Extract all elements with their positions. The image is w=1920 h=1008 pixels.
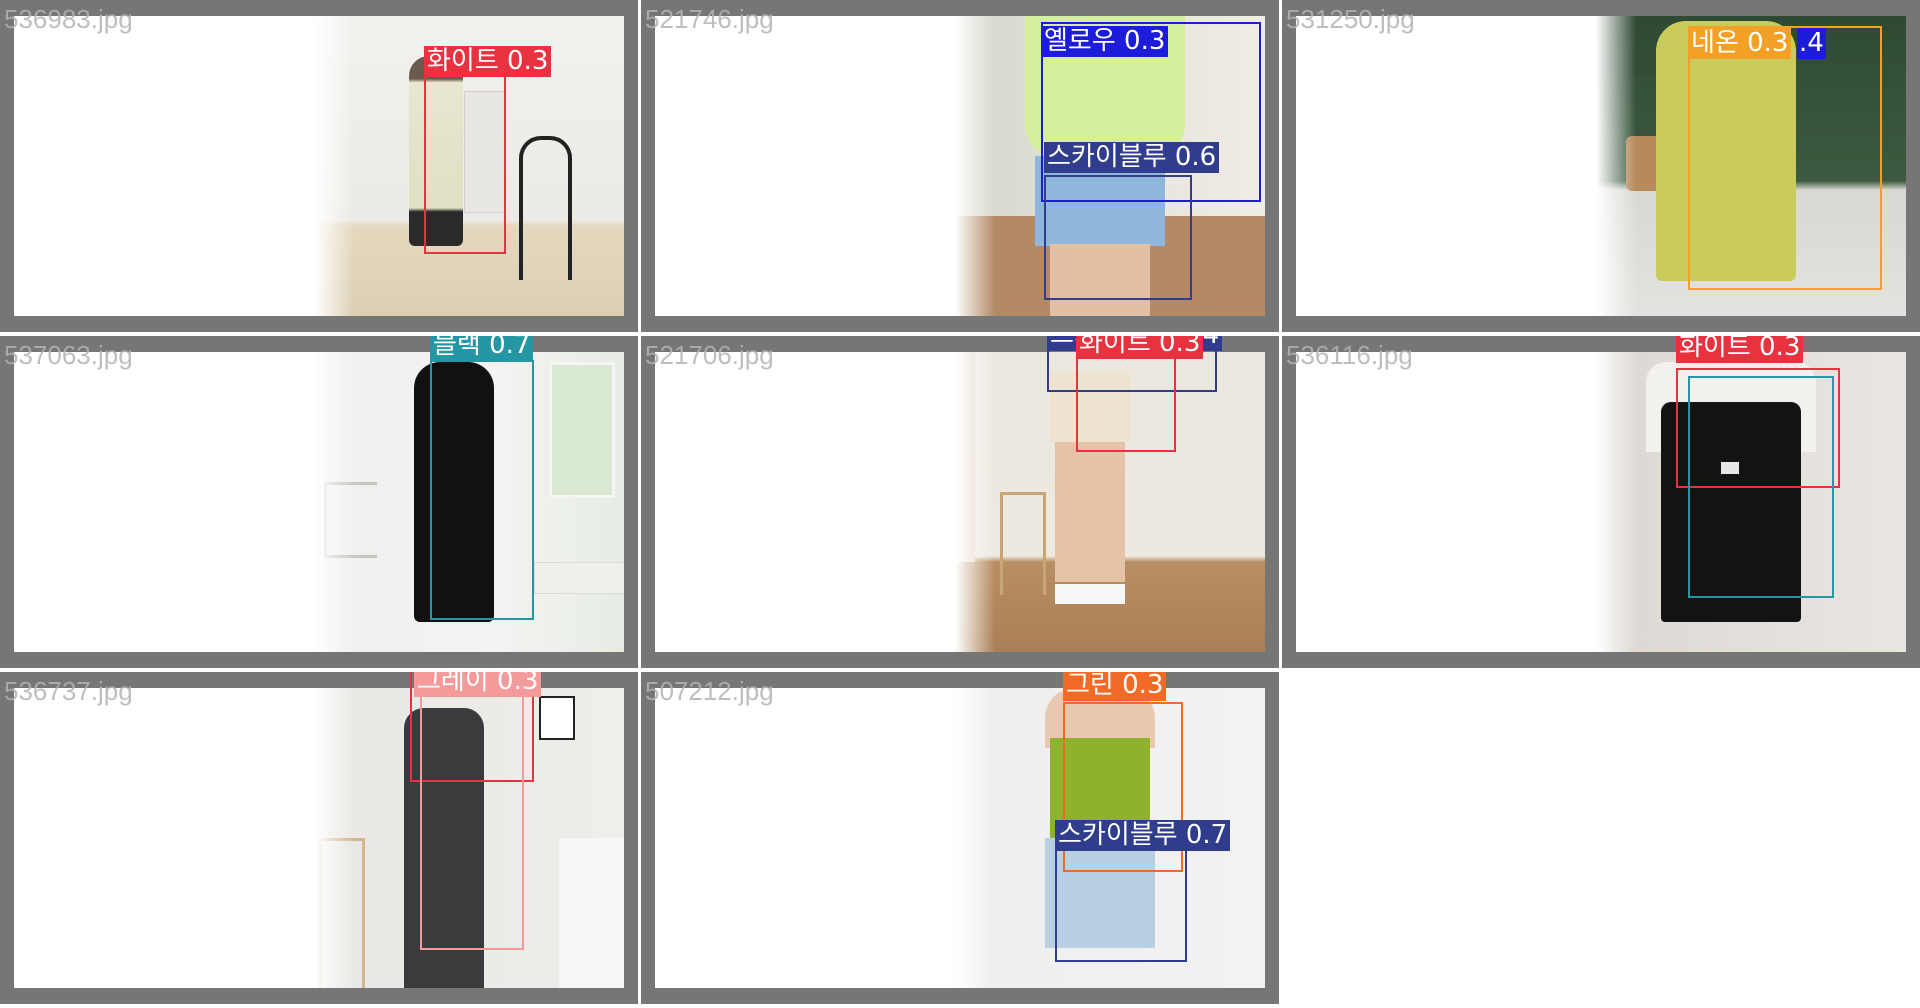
image-tile-521746[interactable]: 521746.jpg 옐로우 0.3 스카이블루 0.6 <box>641 0 1279 332</box>
filename-label: 521746.jpg <box>645 4 774 34</box>
image-tile-536116[interactable]: 536116.jpg 화이트 0.3 <box>1282 336 1920 668</box>
filename-label: 507212.jpg <box>645 676 774 706</box>
chair <box>324 482 377 558</box>
detection-label: 그린 0.3 <box>1063 672 1167 701</box>
image-tile-536983[interactable]: 536983.jpg 화이트 0.3 <box>0 0 638 332</box>
legs <box>1055 442 1125 582</box>
curtain <box>955 352 975 562</box>
image-tile-531250[interactable]: 531250.jpg 네온 0.3 .4 <box>1282 0 1920 332</box>
detection-label: 옐로우 0.3 <box>1041 26 1169 57</box>
detection-box <box>1688 26 1882 290</box>
detection-label: 화이트 0.3 <box>1676 336 1804 363</box>
detection-label: 블랙 0.7 <box>430 336 534 361</box>
filename-label: 536116.jpg <box>1286 340 1413 370</box>
detection-box <box>1688 376 1834 598</box>
detection-label: 화이트 0.3 <box>424 46 552 77</box>
window <box>549 362 615 498</box>
image-tile-507212[interactable]: 507212.jpg 그린 0.3 스카이블루 0.7 <box>641 672 1279 1004</box>
detection-box <box>1044 175 1192 300</box>
filename-label: 531250.jpg <box>1286 4 1415 34</box>
detection-label: .4 <box>1797 28 1826 59</box>
filename-label: 536737.jpg <box>4 676 133 706</box>
wall-frame <box>539 696 575 740</box>
shelf <box>319 838 365 988</box>
image-tile-536737[interactable]: 536737.jpg 그레이 0.3 <box>0 672 638 1004</box>
detection-label: 그레이 0.3 <box>414 672 542 697</box>
desk <box>534 562 624 594</box>
detection-label: 스카이블루 0.6 <box>1044 142 1220 173</box>
filename-label: 536983.jpg <box>4 4 133 34</box>
sandals <box>1055 584 1125 604</box>
chair <box>519 136 572 280</box>
filename-label: 521706.jpg <box>645 340 774 370</box>
image-tile-521706[interactable]: 521706.jpg 스카이블루 0.4 화이트 0.3 <box>641 336 1279 668</box>
filename-label: 537063.jpg <box>4 340 133 370</box>
side-table <box>1000 492 1046 595</box>
bed <box>559 838 624 988</box>
detection-box <box>420 692 524 950</box>
detection-label: 화이트 0.3 <box>1076 336 1204 359</box>
detection-box <box>424 66 506 254</box>
detection-label: 네온 0.3 <box>1688 28 1792 59</box>
detection-box <box>1076 344 1176 452</box>
image-tile-537063[interactable]: 537063.jpg 블랙 0.7 <box>0 336 638 668</box>
detection-label: 스카이블루 0.7 <box>1055 820 1231 851</box>
detection-box <box>1055 842 1187 962</box>
detection-box <box>430 360 534 620</box>
